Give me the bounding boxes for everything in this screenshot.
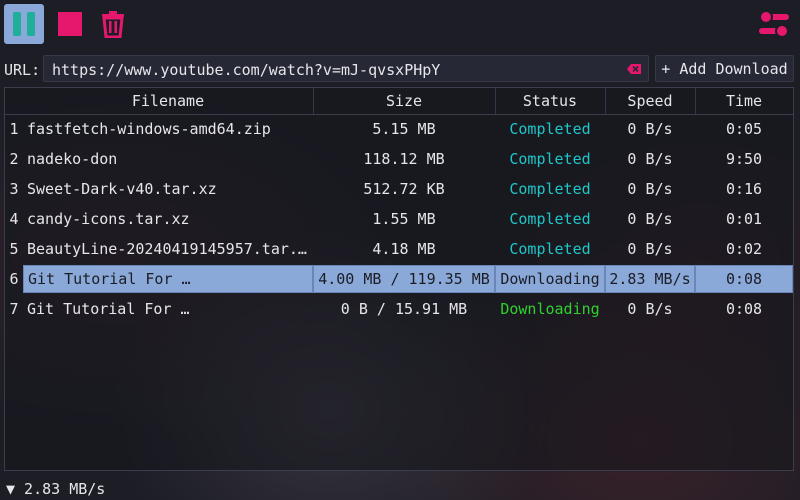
row-status: Completed [509,210,591,228]
row-filename: Git Tutorial For … [23,265,313,293]
row-status: Completed [509,180,591,198]
row-size: 118.12 MB [363,150,445,168]
row-speed: 0 B/s [627,120,673,138]
row-filename: BeautyLine-20240419145957.tar.… [27,240,307,258]
status-bar: ▼ 2.83 MB/s [0,476,800,500]
url-value: https://www.youtube.com/watch?v=mJ-qvsxP… [52,61,441,79]
row-status: Completed [509,120,591,138]
row-time: 0:01 [725,210,763,228]
row-time: 0:16 [725,180,763,198]
row-index: 7 [9,300,19,318]
header-status[interactable]: Status [495,92,605,110]
settings-button[interactable] [754,4,794,44]
row-size: 5.15 MB [372,120,436,138]
row-time: 9:50 [725,150,763,168]
table-row[interactable]: 4 candy-icons.tar.xz 1.55 MB Completed 0… [5,204,793,234]
row-index: 2 [9,150,19,168]
url-bar: URL: https://www.youtube.com/watch?v=mJ-… [0,55,800,85]
row-filename: Git Tutorial For … [27,300,190,318]
row-filename: candy-icons.tar.xz [27,210,190,228]
trash-icon [102,11,124,38]
row-filename: nadeko-don [27,150,118,168]
table-header: Filename Size Status Speed Time [5,88,793,115]
add-download-label: + Add Download [661,59,788,78]
row-time: 0:08 [695,265,793,293]
stop-icon [58,12,82,36]
row-speed: 0 B/s [627,300,673,318]
table-row[interactable]: 3 Sweet-Dark-v40.tar.xz 512.72 KB Comple… [5,174,793,204]
row-index: 1 [9,120,19,138]
pause-icon [13,12,35,36]
table-row[interactable]: 7 Git Tutorial For … 0 B / 15.91 MB Down… [5,294,793,324]
table-row[interactable]: 2 nadeko-don 118.12 MB Completed 0 B/s 9… [5,144,793,174]
row-index: 3 [9,180,19,198]
add-download-button[interactable]: + Add Download [655,55,794,82]
header-size[interactable]: Size [313,92,495,110]
table-row[interactable]: 5 BeautyLine-20240419145957.tar.… 4.18 M… [5,234,793,264]
row-size: 512.72 KB [363,180,445,198]
clear-icon[interactable] [626,63,642,75]
row-status: Downloading [495,265,605,293]
downloads-table: Filename Size Status Speed Time 1 fastfe… [4,87,794,471]
row-speed: 0 B/s [627,240,673,258]
row-time: 0:02 [725,240,763,258]
total-speed: ▼ 2.83 MB/s [6,480,106,498]
row-index: 4 [9,210,19,228]
table-row[interactable]: 1 fastfetch-windows-amd64.zip 5.15 MB Co… [5,114,793,144]
row-time: 0:05 [725,120,763,138]
row-size: 0 B / 15.91 MB [340,300,468,318]
row-size: 1.55 MB [372,210,436,228]
row-speed: 0 B/s [627,210,673,228]
row-index: 5 [9,240,19,258]
stop-button[interactable] [50,4,90,44]
url-label: URL: [4,61,41,79]
pause-button[interactable] [4,4,44,44]
row-status: Completed [509,150,591,168]
row-time: 0:08 [725,300,763,318]
row-speed: 2.83 MB/s [605,265,695,293]
header-filename[interactable]: Filename [23,92,313,110]
row-filename: fastfetch-windows-amd64.zip [27,120,271,138]
row-speed: 0 B/s [627,150,673,168]
header-time[interactable]: Time [695,92,793,110]
row-filename: Sweet-Dark-v40.tar.xz [27,180,217,198]
header-speed[interactable]: Speed [605,92,695,110]
row-index: 6 [9,270,19,288]
toolbar [0,0,800,50]
row-status: Downloading [500,300,600,318]
url-input[interactable]: https://www.youtube.com/watch?v=mJ-qvsxP… [43,55,649,82]
table-row-selected[interactable]: 6 Git Tutorial For … 4.00 MB / 119.35 MB… [5,264,793,294]
row-status: Completed [509,240,591,258]
row-size: 4.00 MB / 119.35 MB [313,265,495,293]
delete-button[interactable] [93,4,133,44]
row-speed: 0 B/s [627,180,673,198]
row-size: 4.18 MB [372,240,436,258]
sliders-icon [759,10,789,38]
